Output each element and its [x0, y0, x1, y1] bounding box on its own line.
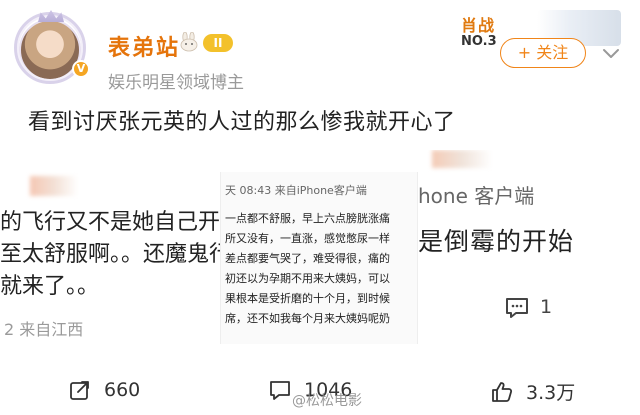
comment-icon[interactable]: [504, 296, 530, 320]
comment-icon: [270, 381, 290, 400]
snippet-meta: 2 来自江西: [4, 320, 84, 339]
repost-icon: [70, 381, 89, 400]
like-count: 3.3万: [526, 382, 576, 404]
watermark: @松松电影: [292, 393, 362, 409]
snippet-line: 所又没有，一直涨，感觉憋尿一样: [225, 232, 390, 245]
star-tag-name: 肖战: [461, 16, 496, 35]
bunny-icon: [180, 32, 198, 52]
chevron-down-icon[interactable]: [596, 38, 626, 68]
blurred-username: [432, 150, 492, 168]
snippet-line: 至太舒服啊。。还魔鬼行: [0, 242, 222, 267]
blurred-username: [30, 176, 78, 196]
screenshot-panel-right[interactable]: hone 客户端 是倒霉的开始 1: [418, 150, 640, 350]
thumbs-up-icon: [492, 381, 513, 402]
level-badge-icon: II: [203, 34, 233, 52]
snippet-line: 初还以为孕期不用来大姨妈，可以: [225, 272, 390, 285]
screenshot-panel-left[interactable]: 的飞行又不是她自己开 至太舒服啊。。还魔鬼行 就来了。。 2 来自江西: [0, 170, 222, 348]
screenshot-panel-middle[interactable]: 天 08:43 来自iPhone客户端 一点都不舒服，早上六点膀胱涨痛 所又没有…: [220, 172, 418, 344]
snippet-comment-count: 1: [540, 296, 553, 318]
repost-button[interactable]: 660: [68, 378, 140, 402]
like-button[interactable]: 3.3万: [490, 378, 575, 405]
snippet-line: 席，还不如我每个月来大姨妈呢奶: [225, 312, 390, 325]
snippet-line: 差点都要气哭了，难受得很，痛的: [225, 252, 390, 265]
snippet-line: 果根本是受折磨的十个月，到时候: [225, 292, 390, 305]
post-text: 看到讨厌张元英的人过的那么惨我就开心了: [28, 110, 456, 135]
verification-label: 娱乐明星领域博主: [108, 73, 244, 93]
snippet-line: 一点都不舒服，早上六点膀胱涨痛: [225, 212, 390, 225]
snippet-header: 天 08:43 来自iPhone客户端: [225, 184, 367, 197]
star-tag-rank: NO.3: [461, 34, 497, 49]
verified-icon: V: [72, 60, 90, 78]
snippet-line: 就来了。。: [0, 274, 100, 299]
user-name[interactable]: 表弟站: [108, 30, 180, 62]
repost-count: 660: [104, 379, 141, 401]
follow-button[interactable]: + 关注: [500, 38, 586, 68]
snippet-client: hone 客户端: [418, 184, 535, 208]
snippet-text: 是倒霉的开始: [418, 227, 575, 256]
snippet-line: 的飞行又不是她自己开: [0, 210, 221, 235]
